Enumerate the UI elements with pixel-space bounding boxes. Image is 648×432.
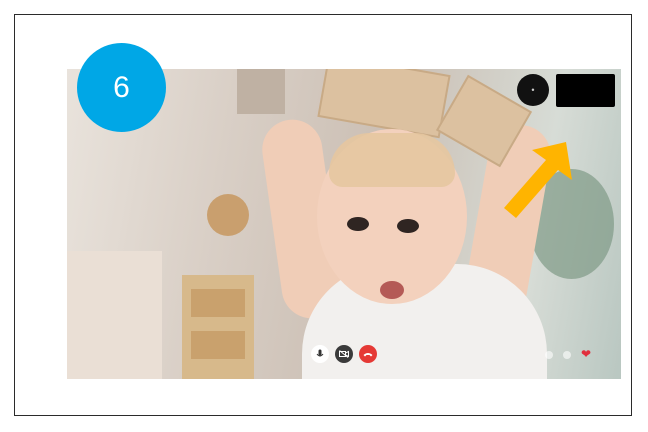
background-drawer (191, 289, 245, 317)
baby-eye-left (347, 217, 369, 231)
end-call-icon (363, 353, 373, 357)
self-view-preview[interactable] (556, 74, 615, 107)
step-number: 6 (113, 70, 130, 104)
camera-button[interactable] (335, 345, 353, 363)
toolbar-dot[interactable] (563, 351, 571, 359)
self-view-avatar[interactable]: • (517, 74, 549, 106)
microphone-icon (316, 349, 324, 357)
camera-off-icon (339, 350, 349, 358)
highlight-arrow-icon (504, 142, 572, 218)
wooden-block (317, 69, 451, 139)
call-controls (311, 345, 377, 363)
baby-hair (329, 133, 455, 187)
microphone-button[interactable] (311, 345, 329, 363)
baby-mouth (380, 281, 404, 299)
toolbar-faded (545, 351, 571, 359)
baby-eye-right (397, 219, 419, 233)
end-call-button[interactable] (359, 345, 377, 363)
avatar-initial-icon: • (531, 85, 535, 95)
background-shelf (237, 69, 285, 114)
step-number-badge: 6 (77, 43, 166, 132)
background-globe-stand (207, 194, 249, 236)
background-drawer (191, 331, 245, 359)
heart-icon[interactable]: ❤ (581, 347, 591, 361)
toolbar-dot[interactable] (545, 351, 553, 359)
background-crib (67, 251, 162, 379)
